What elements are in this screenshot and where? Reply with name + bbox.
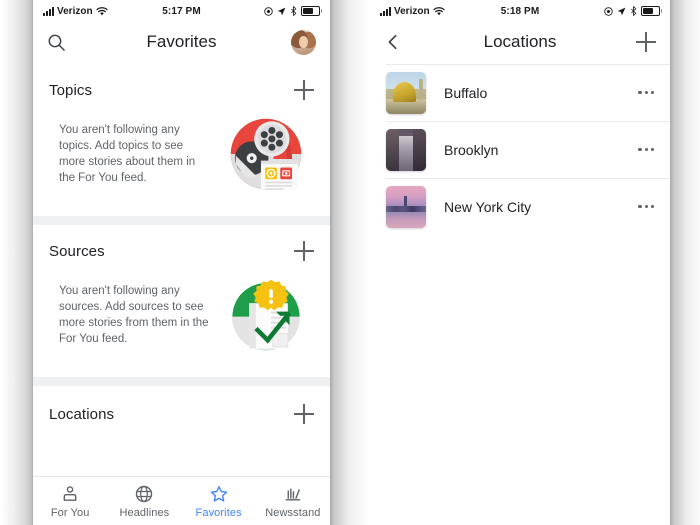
newsstand-icon (283, 484, 303, 504)
thumbnail-art (393, 82, 417, 102)
card-locations-title: Locations (49, 405, 115, 423)
bluetooth-icon (290, 6, 297, 16)
tab-newsstand-label: Newsstand (265, 506, 321, 519)
favorites-scroll-area[interactable]: Topics You aren't following any topics. … (33, 64, 330, 442)
star-icon (209, 484, 229, 504)
tab-newsstand[interactable]: Newsstand (256, 484, 330, 519)
search-icon (47, 33, 66, 52)
thumbnail-art (386, 128, 399, 171)
sources-illustration (224, 273, 308, 357)
location-arrow-icon (277, 7, 286, 16)
overflow-menu-icon[interactable] (638, 147, 654, 152)
card-sources-empty-text: You aren't following any sources. Add so… (59, 285, 209, 345)
bluetooth-icon (630, 6, 637, 16)
card-locations: Locations (33, 386, 330, 442)
person-icon (60, 484, 80, 504)
add-source-button[interactable] (294, 241, 314, 261)
card-separator (33, 377, 330, 386)
avatar (291, 29, 316, 55)
avatar-button[interactable] (291, 29, 316, 55)
card-topics-empty-text: You aren't following any topics. Add top… (59, 124, 196, 184)
card-sources-title: Sources (49, 242, 105, 260)
overflow-menu-icon[interactable] (638, 90, 654, 95)
back-chevron-icon (384, 33, 402, 51)
tab-favorites-label: Favorites (195, 506, 242, 519)
search-button[interactable] (47, 33, 66, 52)
thumbnail-art (386, 205, 426, 213)
middle-page-edge (330, 0, 370, 525)
battery-icon (301, 6, 322, 16)
tab-for-you-label: For You (50, 506, 90, 519)
card-sources-header: Sources (33, 225, 330, 265)
tab-headlines-label: Headlines (119, 506, 170, 519)
status-bar-left: Verizon 5:17 PM (33, 0, 330, 20)
back-button[interactable] (384, 33, 402, 51)
left-phone-screen: Verizon 5:17 PM Favorites Topics You are… (33, 0, 330, 525)
tab-favorites[interactable]: Favorites (182, 484, 256, 519)
card-topics: Topics You aren't following any topics. … (33, 64, 330, 216)
list-item[interactable]: Brooklyn (370, 121, 670, 178)
do-not-disturb-icon (604, 6, 613, 16)
card-separator (33, 216, 330, 225)
thumbnail-art (398, 136, 414, 171)
page-title: Locations (483, 32, 557, 51)
tab-headlines[interactable]: Headlines (107, 484, 181, 519)
right-phone-screen: Verizon 5:18 PM Locations Buffalo Brookl… (370, 0, 670, 525)
add-location-button[interactable] (294, 404, 314, 424)
overflow-menu-icon[interactable] (638, 204, 654, 209)
bottom-tab-bar: For You Headlines Favorites Newsstand (33, 476, 330, 525)
navbar-locations: Locations (370, 20, 670, 64)
new-york-city-thumbnail (386, 185, 426, 228)
locations-list: Buffalo Brooklyn New York City (370, 64, 670, 235)
location-arrow-icon (617, 7, 626, 16)
list-item-label: Buffalo (444, 84, 488, 101)
thumbnail-art (419, 79, 423, 101)
list-item[interactable]: New York City (370, 178, 670, 235)
topics-illustration (224, 112, 308, 196)
status-bar-right: Verizon 5:18 PM (370, 0, 670, 20)
thumbnail-art (386, 212, 426, 228)
status-bar-right-group (604, 6, 662, 16)
list-item-label: Brooklyn (444, 141, 499, 158)
add-topic-button[interactable] (294, 80, 314, 100)
card-topics-header: Topics (33, 64, 330, 104)
brooklyn-thumbnail (386, 128, 426, 171)
left-page-edge (0, 0, 33, 525)
list-item[interactable]: Buffalo (370, 64, 670, 121)
buffalo-thumbnail (386, 71, 426, 114)
card-sources-body: You aren't following any sources. Add so… (33, 265, 330, 377)
add-location-button[interactable] (636, 32, 656, 52)
globe-icon (134, 484, 154, 504)
status-bar-right-group (264, 6, 322, 16)
battery-icon (641, 6, 662, 16)
avatar-face (299, 36, 308, 48)
page-title: Favorites (146, 32, 217, 51)
card-locations-header: Locations (33, 386, 330, 428)
do-not-disturb-icon (264, 6, 273, 16)
right-page-edge (670, 0, 700, 525)
plus-icon (636, 32, 656, 52)
screenshot-stage: Verizon 5:17 PM Favorites Topics You are… (0, 0, 700, 525)
tab-for-you[interactable]: For You (33, 484, 107, 519)
navbar-favorites: Favorites (33, 20, 330, 64)
card-topics-title: Topics (49, 81, 93, 99)
list-item-label: New York City (444, 198, 532, 215)
thumbnail-art (413, 128, 426, 171)
card-sources: Sources You aren't following any sources… (33, 225, 330, 377)
card-topics-body: You aren't following any topics. Add top… (33, 104, 330, 216)
